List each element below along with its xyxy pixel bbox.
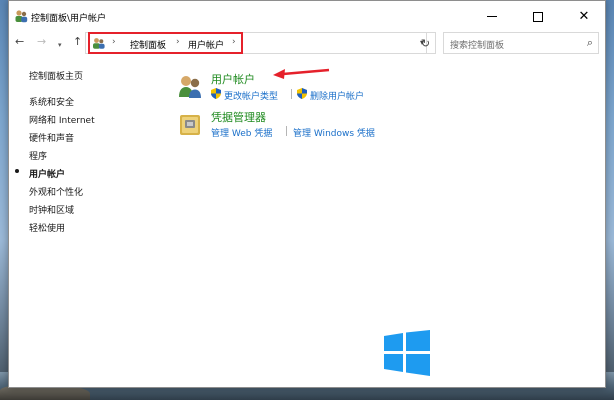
search-input[interactable]: 搜索控制面板 [450, 38, 504, 51]
control-panel-icon [93, 38, 105, 49]
forward-arrow-icon[interactable]: → [37, 35, 46, 49]
change-account-type-link[interactable]: 更改帐户类型 [224, 89, 278, 102]
breadcrumb-separator-icon[interactable]: › [112, 37, 116, 47]
credential-manager-icon[interactable] [177, 111, 203, 137]
section-title-user-accounts[interactable]: 用户帐户 [211, 71, 255, 87]
windows-logo-icon [384, 330, 430, 376]
breadcrumb-separator-icon[interactable]: › [232, 37, 236, 47]
breadcrumb-separator-icon[interactable]: › [176, 37, 180, 47]
minimize-button[interactable] [469, 1, 515, 32]
refresh-icon: ↻ [420, 36, 431, 50]
sidebar-item-system-security[interactable]: 系统和安全 [29, 95, 74, 108]
delete-user-account-link[interactable]: 删除用户帐户 [310, 89, 364, 102]
user-accounts-app-icon [15, 10, 28, 23]
sidebar-item-network-internet[interactable]: 网络和 Internet [29, 113, 95, 126]
address-bar[interactable]: › 控制面板 › 用户帐户 › ▾ [85, 32, 427, 54]
manage-windows-credentials-link[interactable]: 管理 Windows 凭据 [293, 126, 375, 139]
close-icon: ✕ [578, 9, 590, 24]
uac-shield-icon [211, 88, 221, 99]
recent-locations-chevron-icon[interactable]: ▾ [58, 38, 62, 52]
current-item-bullet-icon [15, 169, 19, 173]
section-title-credential-manager[interactable]: 凭据管理器 [211, 109, 266, 125]
user-accounts-icon[interactable] [177, 73, 203, 99]
search-box[interactable]: 搜索控制面板 ⌕ [443, 32, 599, 54]
maximize-button[interactable] [515, 1, 561, 32]
title-bar[interactable]: 控制面板\用户帐户 ✕ [9, 1, 605, 32]
red-annotation-arrow-icon [273, 68, 330, 79]
search-icon[interactable]: ⌕ [587, 36, 593, 50]
close-button[interactable]: ✕ [561, 1, 607, 32]
uac-shield-icon [297, 88, 307, 99]
sidebar-item-hardware-sound[interactable]: 硬件和声音 [29, 131, 74, 144]
sidebar-item-ease-of-access[interactable]: 轻松使用 [29, 221, 65, 234]
sidebar-item-user-accounts[interactable]: 用户帐户 [29, 167, 65, 180]
sidebar-item-programs[interactable]: 程序 [29, 149, 47, 162]
sidebar-item-clock-region[interactable]: 时钟和区域 [29, 203, 74, 216]
minimize-icon [487, 16, 497, 17]
window-title: 控制面板\用户帐户 [31, 14, 107, 24]
breadcrumb-user-accounts[interactable]: 用户帐户 [188, 38, 224, 51]
breadcrumb-control-panel[interactable]: 控制面板 [130, 38, 166, 51]
sidebar-item-appearance[interactable]: 外观和个性化 [29, 185, 83, 198]
back-arrow-icon[interactable]: ← [15, 35, 24, 49]
link-divider [291, 89, 292, 99]
up-arrow-icon[interactable]: ↑ [73, 35, 82, 49]
manage-web-credentials-link[interactable]: 管理 Web 凭据 [211, 126, 272, 139]
refresh-button[interactable]: ↻ [416, 32, 436, 54]
navigation-bar: ← → ▾ ↑ › 控制面板 › 用户帐户 › ▾ ↻ 搜索控制面板 ⌕ [9, 32, 607, 54]
control-panel-window: 控制面板\用户帐户 ✕ ← → ▾ ↑ › 控制面板 › 用户帐户 › ▾ ↻ … [8, 0, 606, 388]
link-divider [286, 126, 287, 136]
watermark-url: www.win10xitong.com [462, 366, 571, 378]
watermark-brand: Win10 之家 [456, 340, 571, 365]
maximize-icon [533, 11, 543, 22]
sidebar-home-link[interactable]: 控制面板主页 [29, 69, 83, 82]
